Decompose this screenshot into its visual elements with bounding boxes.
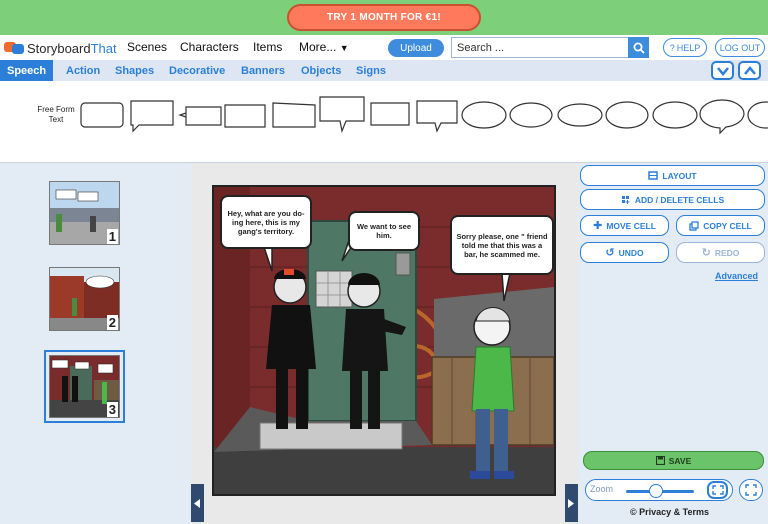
collapse-palette-button[interactable] [711, 61, 734, 80]
privacy-terms-link[interactable]: © Privacy & Terms [630, 507, 709, 517]
speech-bubble-1[interactable]: Hey, what are you do- ing here, this is … [220, 195, 312, 249]
question-icon: ? [669, 42, 675, 53]
fit-screen-icon [711, 485, 724, 495]
caret-down-icon: ▼ [339, 43, 349, 53]
tab-objects[interactable]: Objects [301, 60, 341, 81]
floppy-disk-icon [655, 456, 665, 465]
copy-cell-label: COPY CELL [703, 220, 752, 231]
tab-decorative[interactable]: Decorative [169, 60, 225, 81]
promo-bar: TRY 1 MONTH FOR €1! [0, 0, 768, 35]
logo-icon [4, 41, 24, 55]
editor-area: Hey, what are you do- ing here, this is … [191, 163, 578, 524]
undo-label: UNDO [618, 247, 644, 258]
rect-bubble-5 [272, 102, 316, 128]
caret-right-icon [568, 498, 574, 508]
logo-text-part2: That [90, 40, 117, 56]
storyboardthat-logo[interactable]: StoryboardThat [4, 40, 117, 56]
copy-icon [689, 220, 699, 231]
oval-bubble-5 [652, 101, 698, 129]
oval-bubble-7 [747, 101, 768, 129]
zoom-label: Zoom [590, 484, 614, 494]
grid-plus-icon [621, 196, 630, 204]
rect-bubble-3 [178, 106, 222, 126]
free-form-text-item[interactable]: Free Form Text [34, 105, 78, 125]
tab-action[interactable]: Action [66, 60, 100, 81]
chevron-down-icon [716, 66, 729, 76]
layout-icon [648, 171, 659, 180]
rect-bubble-7 [370, 102, 410, 126]
advanced-link[interactable]: Advanced [715, 271, 758, 281]
caret-left-icon [194, 498, 200, 508]
tab-speech[interactable]: Speech [0, 60, 54, 81]
tab-signs[interactable]: Signs [356, 60, 386, 81]
storyboard-cell-3[interactable]: 3 [44, 350, 125, 423]
redo-icon: ↻ [701, 247, 711, 259]
move-icon: ✚ [593, 220, 603, 232]
move-cell-button[interactable]: ✚ MOVE CELL [580, 215, 669, 236]
rect-bubble-6 [319, 96, 365, 134]
move-cell-label: MOVE CELL [606, 220, 656, 231]
oval-bubble-1 [461, 101, 507, 129]
search-button[interactable] [628, 37, 649, 58]
save-button[interactable]: SAVE [583, 451, 764, 470]
expand-palette-button[interactable] [738, 61, 761, 80]
storyboard-cells-pane: 1 2 3 [0, 163, 191, 524]
top-navigation: StoryboardThat Scenes Characters Items M… [0, 35, 768, 60]
undo-button[interactable]: ↺ UNDO [580, 242, 669, 263]
oval-bubble-6 [699, 99, 745, 135]
help-label: HELP [676, 42, 701, 53]
tab-banners[interactable]: Banners [241, 60, 285, 81]
search-icon [633, 42, 645, 54]
oval-bubble-4 [605, 101, 649, 129]
layout-label: LAYOUT [662, 170, 697, 181]
save-label: SAVE [668, 455, 692, 466]
add-delete-cells-label: ADD / DELETE CELLS [634, 194, 725, 205]
chevron-up-icon [743, 65, 756, 75]
cell-number-1: 1 [106, 229, 118, 244]
nav-items[interactable]: Items [253, 40, 282, 54]
nav-more-label: More... [299, 40, 337, 54]
oval-bubble-2 [509, 102, 553, 128]
speech-bubble-palette: Free Form Text [0, 81, 768, 163]
logo-text-part1: Storyboard [27, 40, 91, 56]
fullscreen-icon [745, 484, 757, 496]
logo-text: StoryboardThat [27, 41, 117, 56]
redo-label: REDO [714, 247, 740, 258]
nav-more[interactable]: More... ▼ [299, 40, 349, 54]
nav-characters[interactable]: Characters [180, 40, 239, 54]
fullscreen-button[interactable] [739, 479, 763, 501]
oval-bubble-3 [557, 103, 603, 127]
undo-icon: ↺ [605, 247, 615, 259]
storyboard-canvas[interactable]: Hey, what are you do- ing here, this is … [212, 185, 556, 496]
help-button[interactable]: ? HELP [663, 38, 707, 57]
logout-button[interactable]: LOG OUT [715, 38, 765, 57]
collapse-left-pane-button[interactable] [191, 484, 204, 522]
speech-bubble-2[interactable]: We want to see him. [348, 211, 420, 251]
add-delete-cells-button[interactable]: ADD / DELETE CELLS [580, 189, 765, 210]
layout-button[interactable]: LAYOUT [580, 165, 765, 186]
category-tabs: Speech Action Shapes Decorative Banners … [0, 60, 768, 81]
fit-to-screen-button[interactable] [707, 481, 728, 499]
cell-number-2: 2 [106, 315, 118, 330]
storyboard-cell-1[interactable]: 1 [49, 181, 120, 245]
nav-scenes[interactable]: Scenes [127, 40, 167, 54]
rect-bubble-2 [130, 100, 174, 133]
cell-number-3: 3 [106, 402, 118, 417]
trial-offer-button[interactable]: TRY 1 MONTH FOR €1! [287, 4, 481, 31]
speech-bubble-3[interactable]: Sorry please, one " friend told me that … [450, 215, 554, 275]
tab-shapes[interactable]: Shapes [115, 60, 154, 81]
zoom-slider-handle[interactable] [649, 484, 663, 498]
upload-button[interactable]: Upload [388, 39, 444, 57]
redo-button[interactable]: ↻ REDO [676, 242, 765, 263]
copy-cell-button[interactable]: COPY CELL [676, 215, 765, 236]
bubble-shapes-row [80, 96, 768, 135]
search-input[interactable] [451, 37, 629, 58]
rect-bubble-8 [416, 100, 458, 133]
rect-bubble-4 [224, 104, 266, 128]
rect-bubble-1 [80, 102, 124, 128]
collapse-right-pane-button[interactable] [565, 484, 578, 522]
storyboard-cell-2[interactable]: 2 [49, 267, 120, 331]
